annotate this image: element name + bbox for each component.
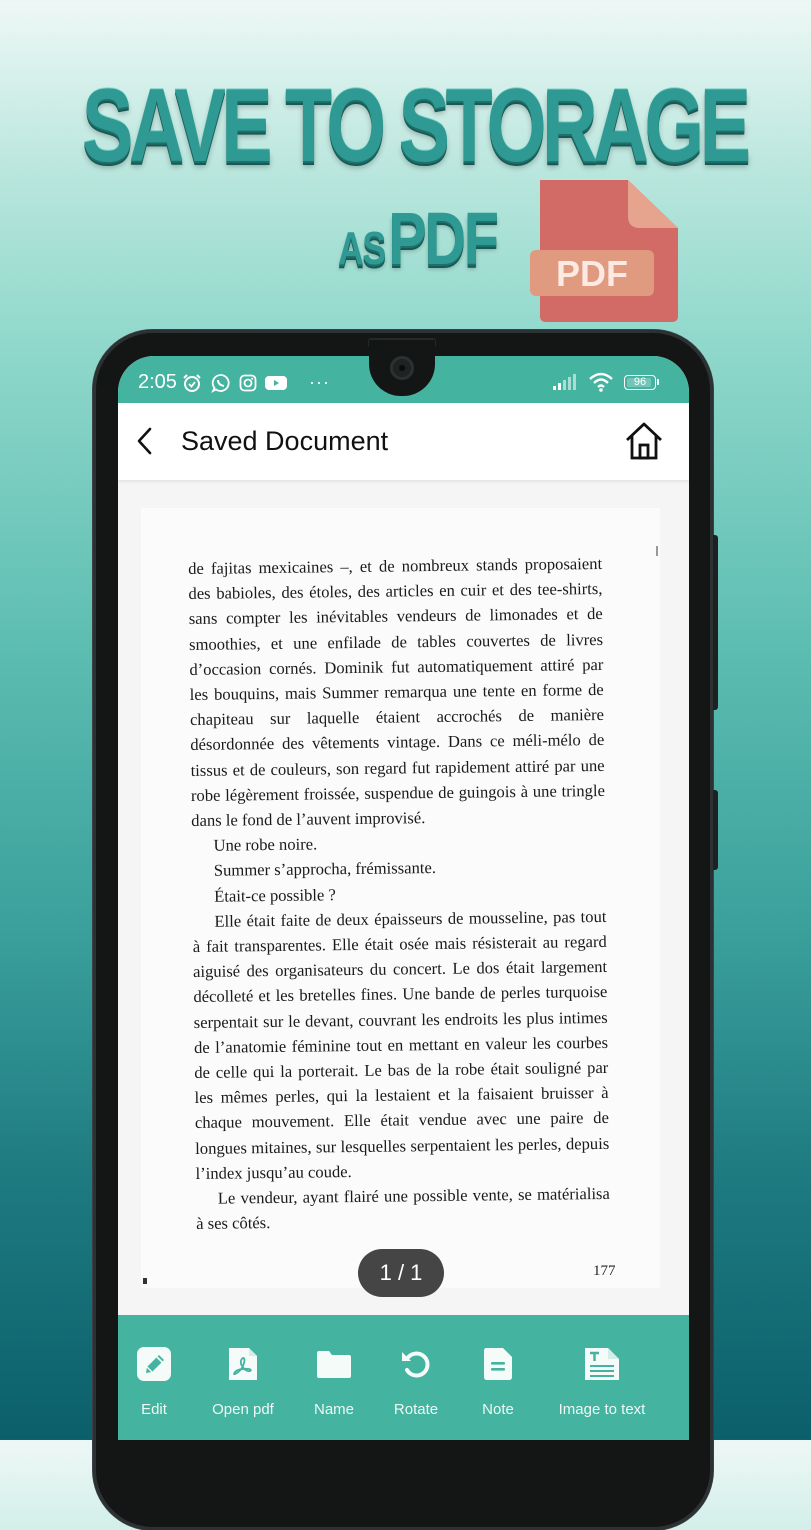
promo-sub-pdf: PDF <box>388 197 496 280</box>
home-icon <box>627 424 661 458</box>
status-time: 2:05 <box>138 371 177 394</box>
chevron-left-icon <box>139 429 150 453</box>
pdf-badge-label: PDF <box>556 253 628 294</box>
name-label: Name <box>314 1401 354 1418</box>
volume-button <box>713 535 718 710</box>
text-document-icon <box>584 1346 620 1382</box>
open-pdf-button[interactable]: Open pdf <box>212 1345 274 1418</box>
document-text: de fajitas mexicaines –, et de nombreux … <box>188 551 610 1236</box>
pdf-file-badge-icon: PDF <box>528 176 680 324</box>
wifi-icon <box>588 372 614 392</box>
page-indicator: 1 / 1 <box>358 1249 444 1297</box>
notification-icons: ··· <box>181 372 330 393</box>
note-button[interactable]: Note <box>480 1345 516 1418</box>
pencil-icon <box>136 1346 172 1382</box>
image-to-text-label: Image to text <box>559 1401 646 1418</box>
scan-mark <box>143 1278 147 1284</box>
promo-sub-as: AS <box>338 222 385 274</box>
open-pdf-label: Open pdf <box>212 1401 274 1418</box>
document-paragraph: Elle était faite de deux épaisseurs de m… <box>192 904 609 1186</box>
rotate-button[interactable]: Rotate <box>392 1345 440 1418</box>
youtube-icon <box>265 375 287 391</box>
rotate-icon <box>399 1347 433 1381</box>
document-page[interactable]: de fajitas mexicaines –, et de nombreux … <box>141 508 660 1288</box>
app-bar: Saved Document <box>118 403 689 480</box>
document-page-number: 177 <box>593 1263 616 1280</box>
edit-label: Edit <box>141 1401 167 1418</box>
phone-screen: 2:05 ··· <box>118 356 689 1440</box>
bottom-toolbar: Edit Open pdf Name <box>118 1315 689 1440</box>
rotate-label: Rotate <box>394 1401 438 1418</box>
system-icons: 96 <box>552 372 659 392</box>
promo-subheadline: AS PDF <box>338 196 497 281</box>
pdf-file-icon <box>227 1346 259 1382</box>
scan-mark <box>656 546 658 556</box>
edit-button[interactable]: Edit <box>134 1345 174 1418</box>
note-icon <box>483 1347 513 1381</box>
front-camera-icon <box>390 356 414 380</box>
battery-level: 96 <box>634 376 646 388</box>
battery-icon: 96 <box>624 375 659 390</box>
document-paragraph: de fajitas mexicaines –, et de nombreux … <box>188 551 605 833</box>
alarm-icon <box>181 373 203 393</box>
folder-icon <box>316 1349 352 1379</box>
signal-icon <box>552 374 578 390</box>
instagram-icon <box>239 374 257 392</box>
promo-headline: SAVE TO STORAGE <box>82 78 593 174</box>
power-button <box>713 790 718 870</box>
more-dots-icon: ··· <box>309 372 330 393</box>
home-button[interactable] <box>624 421 664 461</box>
page-title: Saved Document <box>181 426 388 457</box>
share-button-partial[interactable]: S <box>684 1345 689 1418</box>
back-button[interactable] <box>130 423 166 459</box>
image-to-text-button[interactable]: Image to text <box>556 1345 648 1418</box>
document-paragraph: Le vendeur, ayant flairé une possible ve… <box>196 1181 611 1236</box>
name-button[interactable]: Name <box>314 1345 354 1418</box>
note-label: Note <box>482 1401 514 1418</box>
whatsapp-icon <box>211 373 231 393</box>
